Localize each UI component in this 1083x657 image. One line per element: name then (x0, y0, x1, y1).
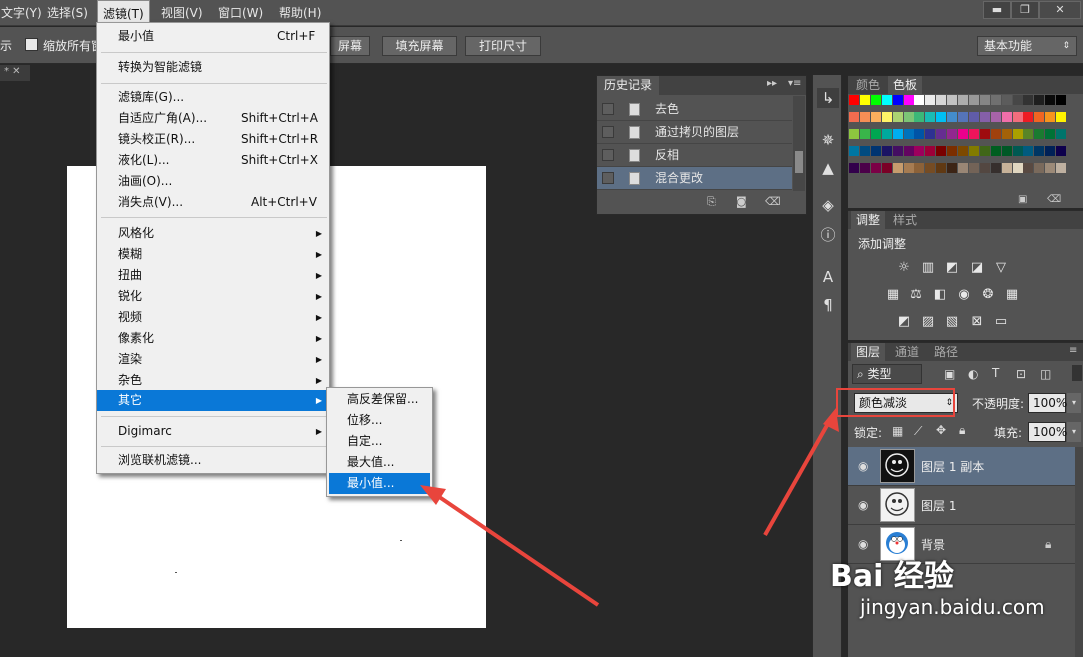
highlight-box (836, 388, 955, 417)
baidu-watermark: Bai 经验 jingyan.baidu.com (830, 560, 1045, 620)
watermark-url: jingyan.baidu.com (860, 595, 1045, 619)
watermark-brand: Bai 经验 (830, 559, 954, 594)
annotation-arrowhead (420, 485, 446, 505)
annotation-arrow-line (763, 419, 832, 536)
annotation-arrow-line (430, 490, 600, 607)
